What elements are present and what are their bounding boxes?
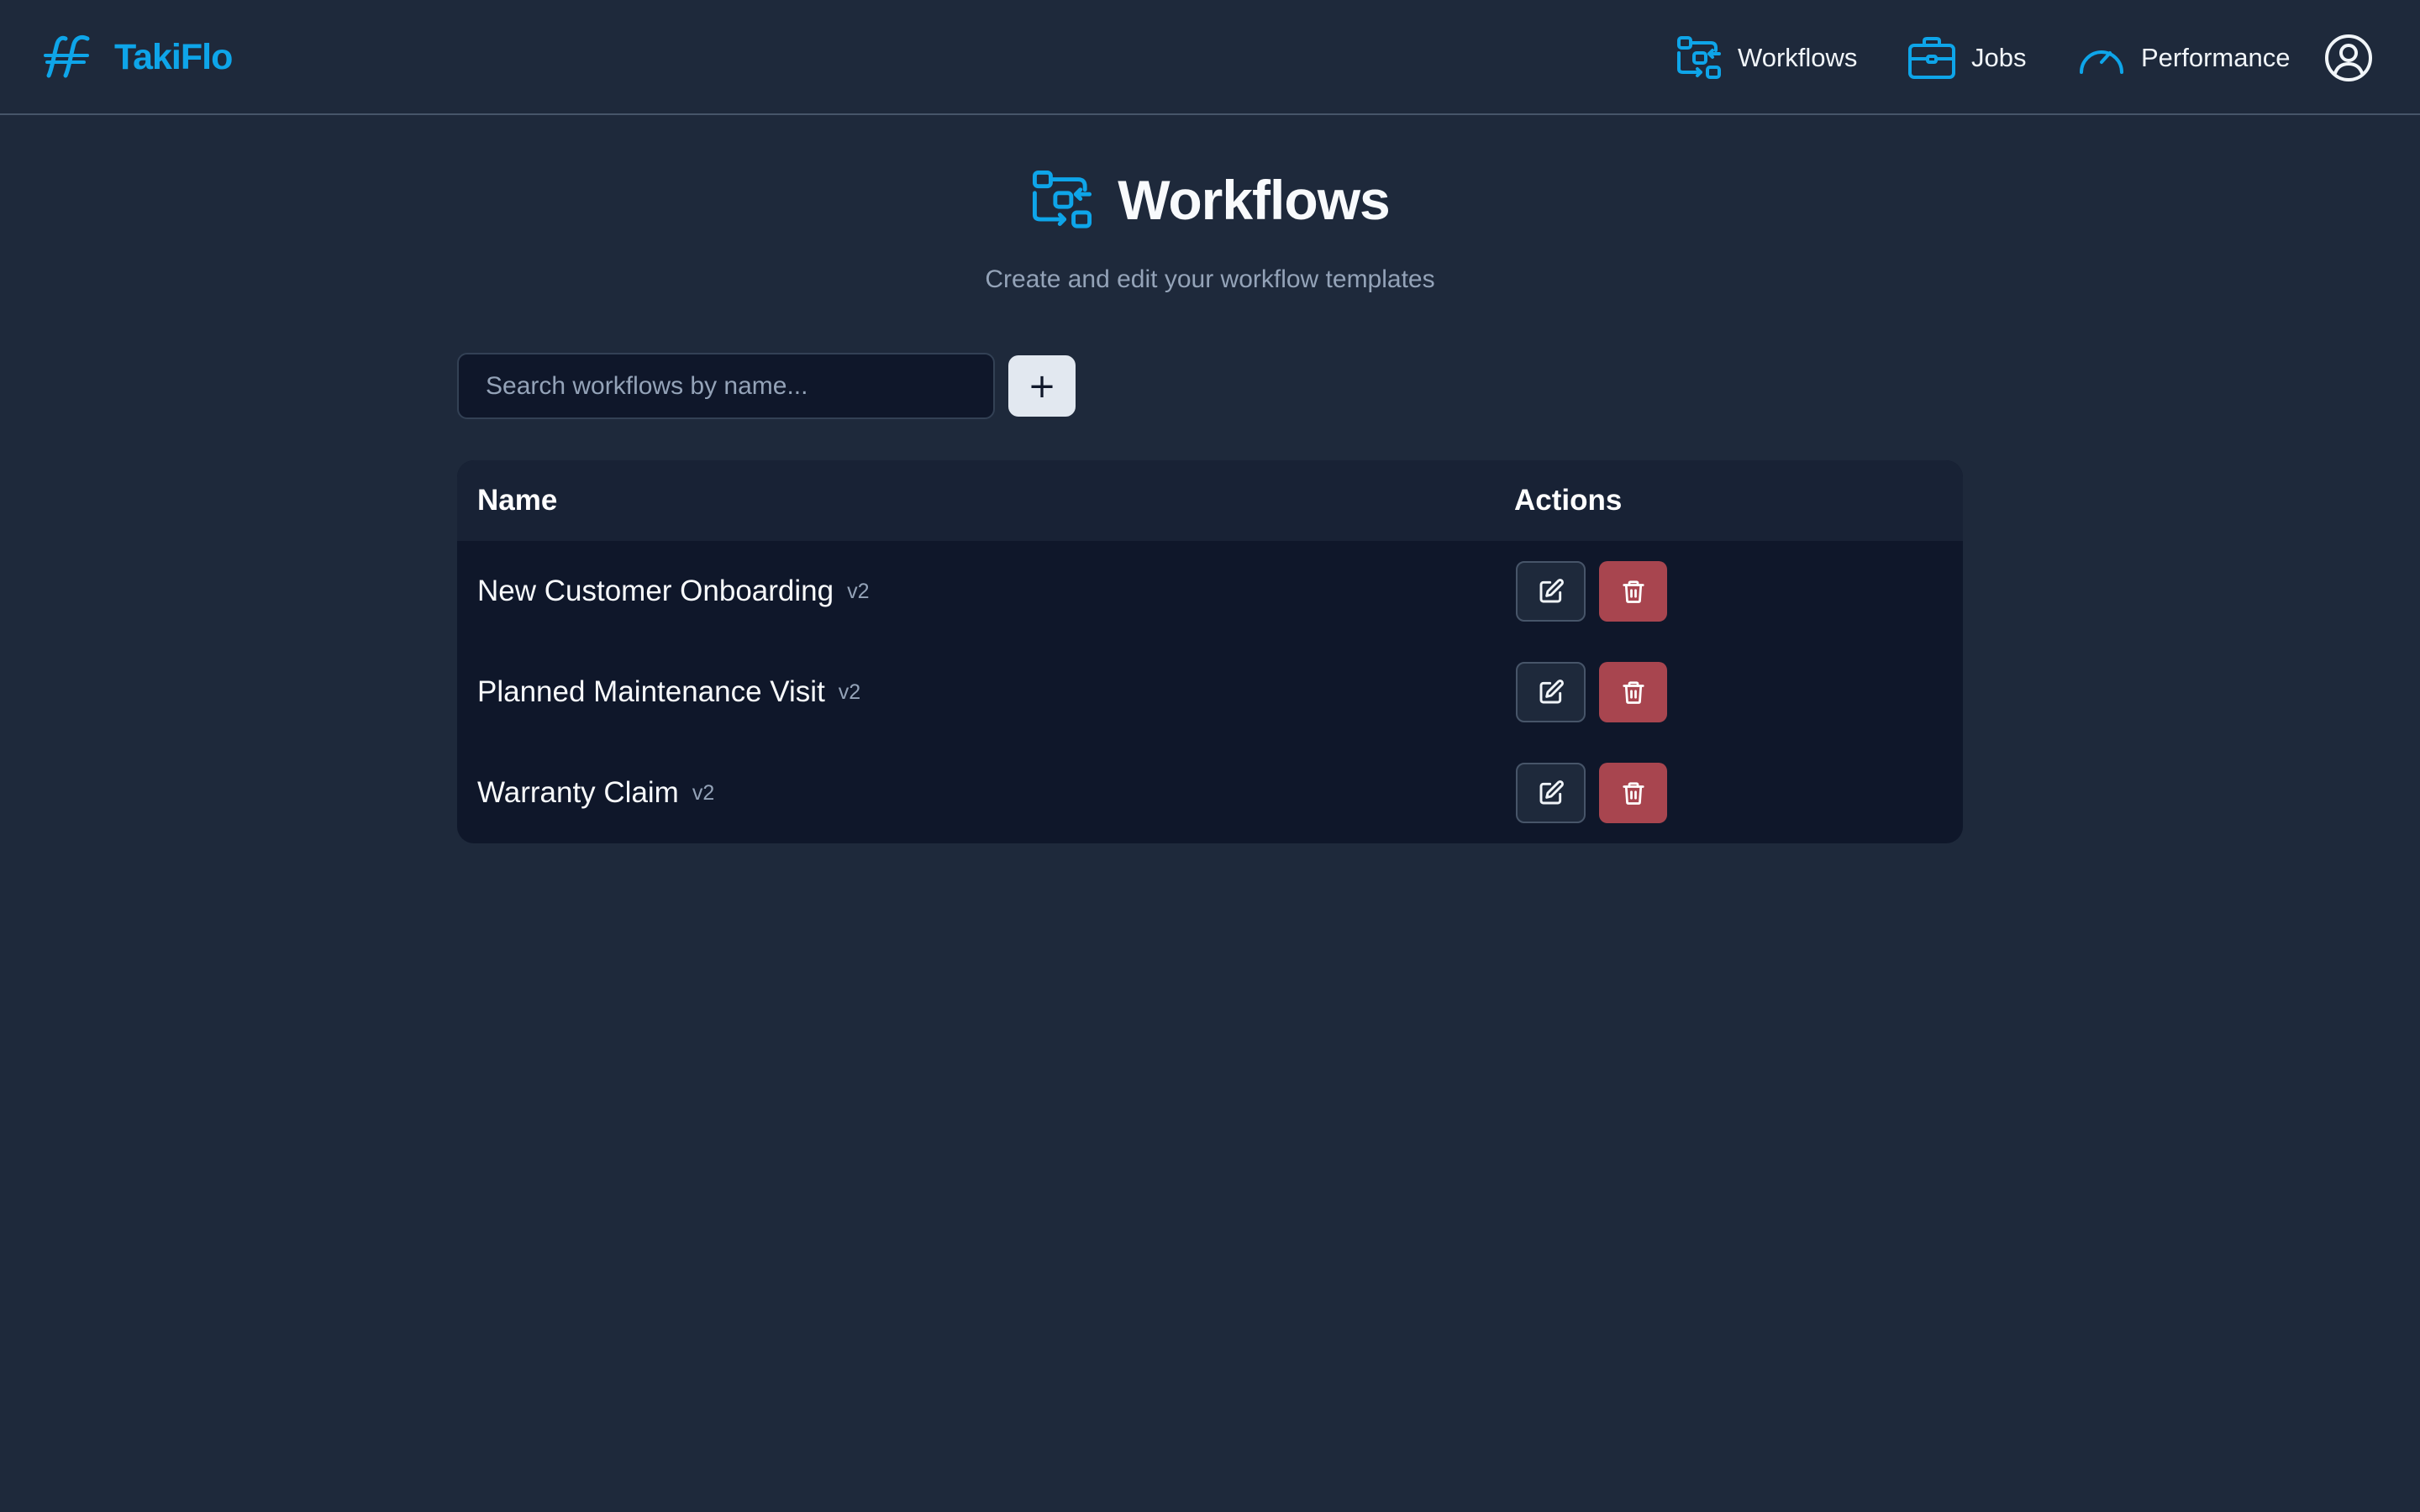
page-header: Workflows <box>0 168 2420 236</box>
top-navigation-bar: TakiFlo Workflows Jobs Performance <box>0 0 2420 115</box>
workflow-icon <box>1033 170 1092 228</box>
workflows-table: Name Actions New Customer Onboarding v2 … <box>457 460 1963 843</box>
nav-jobs[interactable]: Jobs <box>1907 30 2026 86</box>
edit-button[interactable] <box>1516 763 1586 823</box>
page-title: Workflows <box>1118 169 1390 231</box>
column-header-name: Name <box>477 484 558 517</box>
trash-icon <box>1622 580 1644 603</box>
workflow-version: v2 <box>692 780 715 805</box>
table-header: Name Actions <box>457 460 1963 541</box>
search-input[interactable] <box>457 353 995 419</box>
delete-button[interactable] <box>1599 662 1667 722</box>
trash-icon <box>1622 782 1644 805</box>
edit-button[interactable] <box>1516 561 1586 622</box>
workflow-name: Planned Maintenance Visit <box>477 675 825 708</box>
page-subtitle: Create and edit your workflow templates <box>985 265 1435 293</box>
edit-button[interactable] <box>1516 662 1586 722</box>
brand-name: TakiFlo <box>114 36 233 77</box>
workflow-version: v2 <box>847 579 870 603</box>
table-row: Warranty Claim v2 <box>457 743 1963 843</box>
briefcase-icon <box>1908 37 1955 79</box>
workflow-name: Warranty Claim <box>477 776 679 809</box>
nav-performance-label: Performance <box>2141 43 2291 72</box>
gauge-icon <box>2080 50 2123 74</box>
delete-button[interactable] <box>1599 561 1667 622</box>
workflow-name: New Customer Onboarding <box>477 575 834 607</box>
nav-performance[interactable]: Performance <box>2077 30 2290 86</box>
edit-icon <box>1539 579 1564 603</box>
nav-workflows[interactable]: Workflows <box>1676 30 1857 86</box>
add-workflow-button[interactable]: + <box>1008 355 1076 417</box>
brand[interactable]: TakiFlo <box>40 30 233 84</box>
workflow-version: v2 <box>838 680 861 704</box>
column-header-actions: Actions <box>1514 484 1623 517</box>
workflow-icon <box>1677 36 1721 79</box>
nav-jobs-label: Jobs <box>1971 43 2027 72</box>
takiflo-logo-icon <box>44 34 90 78</box>
nav-workflows-label: Workflows <box>1738 43 1858 72</box>
trash-icon <box>1622 681 1644 704</box>
user-circle-icon[interactable] <box>2324 34 2373 82</box>
table-row: New Customer Onboarding v2 <box>457 541 1963 642</box>
table-row: Planned Maintenance Visit v2 <box>457 642 1963 743</box>
edit-icon <box>1539 780 1564 805</box>
delete-button[interactable] <box>1599 763 1667 823</box>
edit-icon <box>1539 680 1564 704</box>
